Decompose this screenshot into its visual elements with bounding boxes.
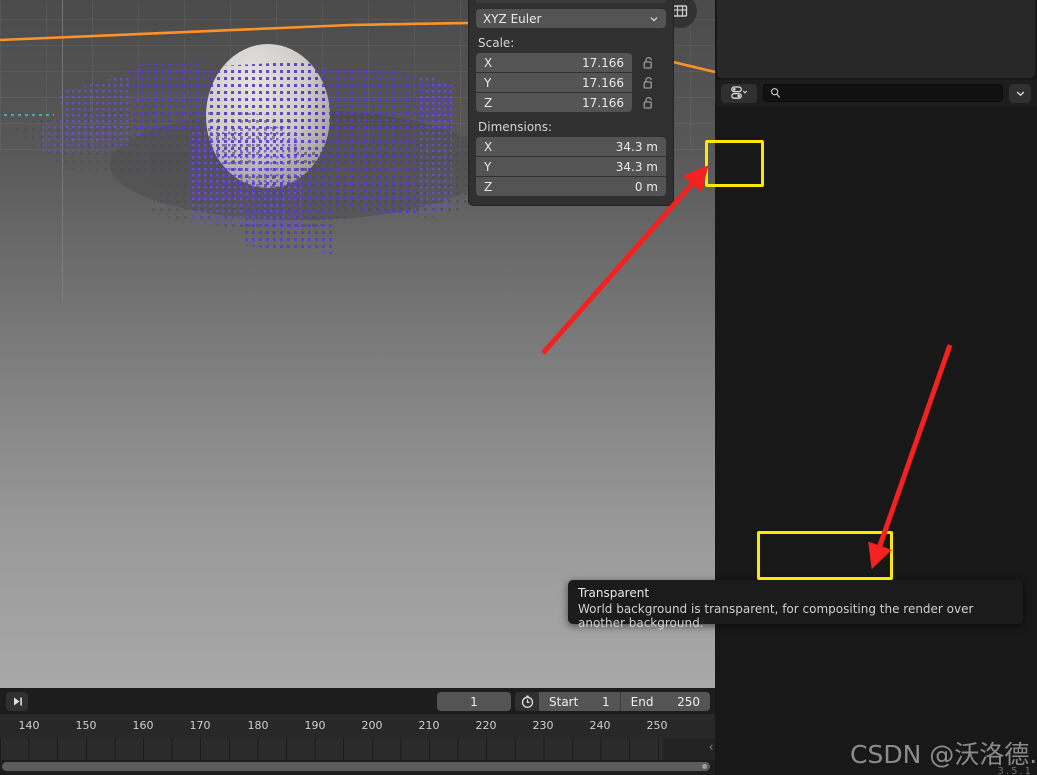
frame-end-label: End [630,694,654,709]
ruler-tick: 180 [247,719,269,732]
frame-end-field[interactable]: End 250 [620,692,710,711]
scale-lock-column [632,53,666,112]
scale-fields: X 17.166 Y 17.166 Z 17.166 [476,53,632,112]
properties-search-box[interactable] [763,84,1003,102]
timeline-ruler[interactable]: 140 150 160 170 180 190 200 210 220 230 … [0,714,715,738]
ruler-tick: 250 [646,719,668,732]
panel-drag-strip [476,0,666,3]
ruler-tick: 200 [361,719,383,732]
dimensions-fields: X 34.3 m Y 34.3 m Z 0 m [476,137,666,196]
scale-x-field[interactable]: X 17.166 [476,53,632,72]
search-icon [771,88,781,98]
unlocked-padlock-icon [643,56,652,69]
tooltip-title: Transparent [578,586,650,600]
scale-z-lock-toggle[interactable] [642,93,666,112]
auto-key-clock-icon[interactable] [515,694,539,709]
timeline-editor: 1 Start 1 End 250 140 150 160 170 180 19… [0,688,715,775]
dimension-y-value: 34.3 m [615,159,658,174]
rotation-mode-dropdown[interactable]: XYZ Euler [476,9,666,28]
dimension-y-axis: Y [484,159,492,174]
scale-section-label: Scale: [478,36,515,50]
properties-options-button[interactable] [1009,83,1031,103]
frame-start-label: Start [549,694,579,709]
frame-end-value: 250 [677,694,700,709]
ruler-tick: 190 [304,719,326,732]
frame-range-group: Start 1 End 250 [515,692,710,711]
scale-y-axis: Y [484,75,492,90]
unlocked-padlock-icon [643,96,652,109]
dimension-z-value: 0 m [634,179,658,194]
rotation-mode-value: XYZ Euler [483,11,542,26]
current-frame-field[interactable]: 1 [437,692,511,711]
blender-window: XYZ Euler Scale: X 17.166 Y 17.166 Z 17.… [0,0,1037,775]
timeline-scrollbar[interactable] [0,760,715,773]
dimension-z-field[interactable]: Z 0 m [476,177,666,196]
ruler-tick: 160 [132,719,154,732]
ruler-tick: 140 [18,719,40,732]
scale-y-field[interactable]: Y 17.166 [476,73,632,92]
dimension-y-field[interactable]: Y 34.3 m [476,157,666,176]
scale-x-axis: X [484,55,493,70]
properties-editor: Direct Light 0.00 Indirect Light 10.00 C… [715,0,1037,775]
properties-empty-area [717,0,1035,78]
properties-header [715,80,1037,106]
dimension-x-axis: X [484,139,493,154]
ruler-tick: 150 [75,719,97,732]
jump-to-endpoint-icon [13,697,22,705]
transparent-tooltip: Transparent World background is transpar… [568,580,1023,630]
scale-x-value: 17.166 [582,55,624,70]
ruler-tick: 240 [589,719,611,732]
frame-start-field[interactable]: Start 1 [539,692,621,711]
ruler-tick: 170 [189,719,211,732]
jump-to-end-button[interactable] [6,691,28,711]
dimensions-section-label: Dimensions: [478,120,553,134]
timeline-track-area[interactable] [0,738,715,760]
current-frame-value: 1 [470,694,478,709]
timeline-scroll-thumb[interactable] [2,762,710,771]
properties-editor-icon [730,86,747,99]
timeline-region-toggle[interactable]: ‹ [705,736,717,758]
frame-start-value: 1 [601,694,610,709]
timeline-scroll-knob[interactable] [702,764,707,770]
scale-y-value: 17.166 [582,75,624,90]
unlocked-padlock-icon [643,76,652,89]
dimension-x-field[interactable]: X 34.3 m [476,137,666,156]
dimension-x-value: 34.3 m [615,139,658,154]
dimension-z-axis: Z [484,179,493,194]
scale-z-value: 17.166 [582,95,624,110]
version-label: 3.5.1 [997,766,1033,775]
ruler-tick: 210 [418,719,440,732]
ruler-tick: 220 [475,719,497,732]
chevron-down-icon [649,13,659,27]
scale-y-lock-toggle[interactable] [642,73,666,92]
transform-sidebar-panel: XYZ Euler Scale: X 17.166 Y 17.166 Z 17.… [468,0,674,206]
scale-z-field[interactable]: Z 17.166 [476,93,632,112]
chevron-down-icon [1016,91,1024,96]
editor-type-button[interactable] [721,83,757,103]
scale-x-lock-toggle[interactable] [642,53,666,72]
scale-z-axis: Z [484,95,493,110]
ruler-tick: 230 [532,719,554,732]
tooltip-description: World background is transparent, for com… [578,602,974,630]
properties-search-input[interactable] [786,86,996,100]
